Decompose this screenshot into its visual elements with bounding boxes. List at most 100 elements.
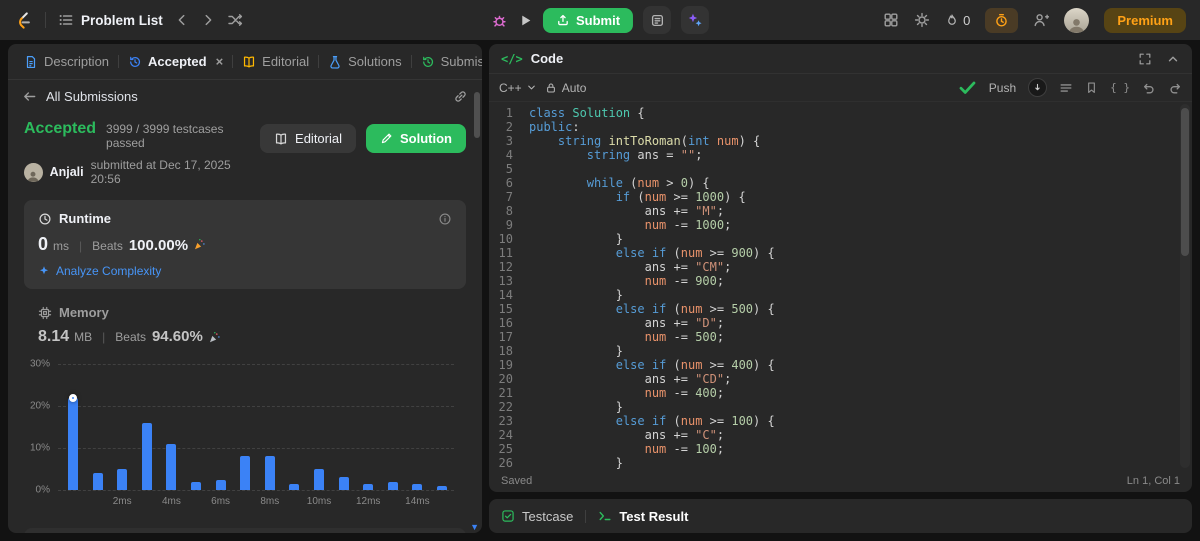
memory-section[interactable]: Memory 8.14 MB | Beats 94.60% [24, 305, 466, 346]
undo-icon[interactable] [1142, 81, 1156, 95]
snippets-braces-icon[interactable]: { } [1110, 81, 1130, 94]
code-editor[interactable]: 1 class Solution {2 public: 3 string intToR… [489, 102, 1192, 470]
runtime-bar[interactable] [437, 485, 447, 490]
code-line[interactable]: 8 ans += "M"; [489, 204, 1192, 218]
tab-submissions[interactable]: Submissions [413, 49, 482, 74]
code-line[interactable]: 22 } [489, 400, 1192, 414]
code-line[interactable]: 9 num -= 1000; [489, 218, 1192, 232]
chart-y-axis: 0% 10% 20% 30% [24, 359, 54, 496]
format-code-icon[interactable] [1059, 81, 1073, 95]
copy-link-icon[interactable] [453, 89, 468, 104]
runtime-bar[interactable] [68, 397, 78, 490]
scrollbar-thumb[interactable] [1181, 108, 1189, 256]
code-line[interactable]: 19 else if (num >= 400) { [489, 358, 1192, 372]
code-line[interactable]: 11 else if (num >= 900) { [489, 246, 1192, 260]
code-line[interactable]: 6 while (num > 0) { [489, 176, 1192, 190]
code-line[interactable]: 14 } [489, 288, 1192, 302]
code-line[interactable]: 12 ans += "CM"; [489, 260, 1192, 274]
scrollbar-thumb[interactable] [474, 92, 480, 138]
info-icon[interactable] [438, 212, 452, 226]
code-line[interactable]: 26 } [489, 456, 1192, 470]
code-line[interactable]: 25 num -= 100; [489, 442, 1192, 456]
layout-grid-icon[interactable] [883, 12, 899, 28]
collapse-chevron-icon[interactable] [1166, 52, 1180, 66]
back-arrow-icon[interactable] [22, 89, 37, 104]
code-line[interactable]: 20 ans += "CD"; [489, 372, 1192, 386]
runtime-bar[interactable] [314, 469, 324, 490]
code-line[interactable]: 3 string intToRoman(int num) { [489, 134, 1192, 148]
navbar-center: Submit [491, 6, 710, 34]
solution-button[interactable]: Solution [366, 124, 466, 153]
code-line[interactable]: 13 num -= 900; [489, 274, 1192, 288]
code-line[interactable]: 10 } [489, 232, 1192, 246]
push-sync-icon[interactable] [1028, 78, 1048, 97]
tab-editorial[interactable]: Editorial [234, 49, 317, 74]
ai-assistant-button[interactable] [681, 6, 710, 34]
runtime-bar[interactable] [240, 456, 251, 490]
code-line[interactable]: 2 public: [489, 120, 1192, 134]
prev-question-icon[interactable] [175, 13, 189, 27]
code-line[interactable]: 15 else if (num >= 500) { [489, 302, 1192, 316]
tab-description[interactable]: Description [16, 49, 117, 74]
editorial-button[interactable]: Editorial [260, 124, 356, 153]
expand-panel-icon[interactable] [1138, 52, 1152, 66]
push-label[interactable]: Push [989, 81, 1016, 95]
bookmark-icon[interactable] [1085, 81, 1098, 94]
code-line[interactable]: 7 if (num >= 1000) { [489, 190, 1192, 204]
debug-icon[interactable] [491, 12, 508, 29]
settings-gear-icon[interactable] [914, 12, 930, 28]
run-icon[interactable] [518, 13, 533, 28]
back-label[interactable]: All Submissions [46, 89, 138, 104]
redo-icon[interactable] [1168, 81, 1182, 95]
code-line[interactable]: 1 class Solution { [489, 106, 1192, 120]
runtime-bar[interactable] [387, 481, 398, 490]
runtime-bar[interactable] [338, 477, 349, 490]
runtime-bar[interactable] [264, 456, 275, 490]
code-line[interactable]: 24 ans += "C"; [489, 428, 1192, 442]
code-line[interactable]: 21 num -= 400; [489, 386, 1192, 400]
code-panel: </> Code C++ Auto Push {} 1 class Solut… [489, 44, 1192, 492]
runtime-bar[interactable] [117, 469, 128, 490]
next-question-icon[interactable] [201, 13, 215, 27]
tab-testcase[interactable]: Testcase [501, 509, 573, 524]
streak-counter[interactable]: 0 [945, 13, 970, 28]
runtime-bar[interactable] [92, 473, 103, 490]
submit-button[interactable]: Submit [542, 7, 634, 33]
notes-button[interactable] [643, 6, 672, 34]
runtime-bar[interactable] [363, 483, 374, 490]
runtime-bar[interactable] [215, 479, 226, 490]
username[interactable]: Anjali [50, 165, 84, 179]
auto-toggle[interactable]: Auto [545, 81, 586, 95]
leetcode-logo-icon[interactable] [14, 11, 33, 30]
invite-user-icon[interactable] [1033, 12, 1050, 28]
language-selector[interactable]: C++ [499, 81, 537, 95]
runtime-bar[interactable] [289, 483, 300, 490]
code-line[interactable]: 5 [489, 162, 1192, 176]
left-panel-scrollbar[interactable] [474, 84, 480, 519]
analyze-complexity-link[interactable]: Analyze Complexity [38, 264, 452, 278]
gridline [58, 364, 454, 365]
code-line[interactable]: 18 } [489, 344, 1192, 358]
problem-list-button[interactable]: Problem List [58, 12, 163, 28]
premium-button[interactable]: Premium [1104, 7, 1186, 33]
runtime-bar[interactable] [412, 483, 423, 490]
timer-button[interactable] [985, 7, 1019, 33]
tab-solutions[interactable]: Solutions [320, 49, 409, 74]
code-line[interactable]: 4 string ans = ""; [489, 148, 1192, 162]
editorial-button-label: Editorial [295, 131, 342, 146]
editor-scrollbar[interactable] [1180, 104, 1190, 468]
code-line[interactable]: 17 num -= 500; [489, 330, 1192, 344]
code-line[interactable]: 23 else if (num >= 100) { [489, 414, 1192, 428]
editor-toolbar: C++ Auto Push {} [489, 74, 1192, 102]
scroll-down-arrow-icon[interactable]: ▼ [470, 522, 479, 532]
runtime-card[interactable]: Runtime 0 ms | Beats 100.00% Analyze Com… [24, 200, 466, 289]
code-line[interactable]: 16 ans += "D"; [489, 316, 1192, 330]
runtime-bar[interactable] [191, 481, 201, 490]
tab-accepted[interactable]: Accepted × [120, 49, 231, 74]
shuffle-icon[interactable] [227, 12, 243, 28]
avatar[interactable] [1064, 7, 1090, 33]
close-tab-icon[interactable]: × [216, 54, 224, 69]
tab-test-result[interactable]: Test Result [598, 509, 688, 524]
runtime-bar[interactable] [141, 422, 152, 490]
runtime-bar[interactable] [166, 443, 177, 490]
